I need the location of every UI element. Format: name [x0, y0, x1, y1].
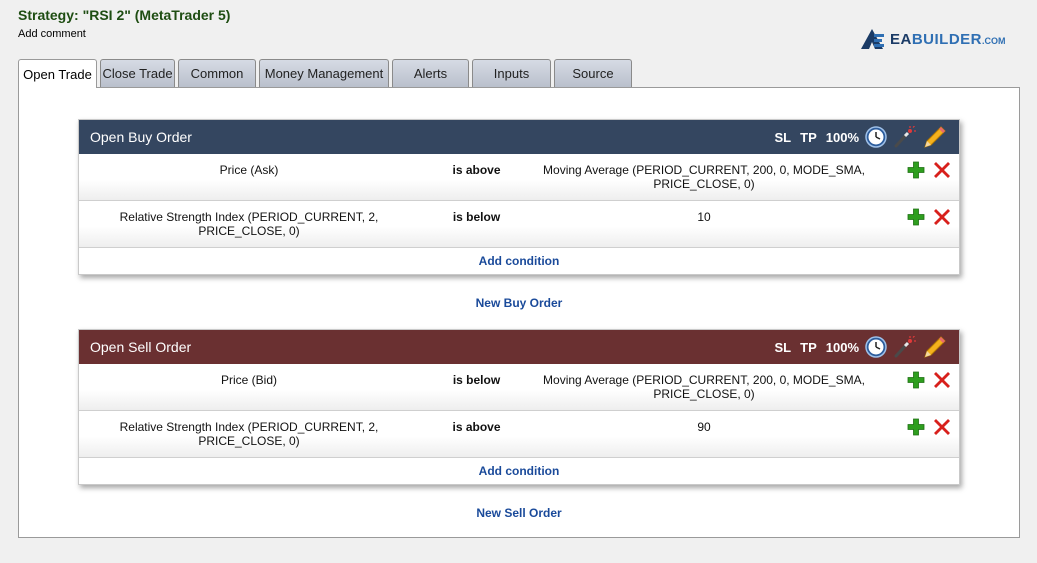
condition-actions	[907, 208, 951, 226]
plus-icon[interactable]	[907, 208, 925, 226]
condition-left-operand[interactable]: Price (Ask)	[99, 163, 399, 177]
condition-actions	[907, 418, 951, 436]
buy-sl-button[interactable]: SL	[775, 130, 792, 145]
logo-text: EABUILDER.COM	[890, 30, 1006, 48]
tab-bar: Open Trade Close Trade Common Money Mana…	[18, 59, 635, 88]
sell-condition-row: Relative Strength Index (PERIOD_CURRENT,…	[79, 411, 959, 458]
tab-money-management[interactable]: Money Management	[259, 59, 389, 87]
condition-right-operand[interactable]: Moving Average (PERIOD_CURRENT, 200, 0, …	[534, 163, 874, 191]
magic-wand-icon[interactable]	[893, 126, 917, 148]
tab-inputs[interactable]: Inputs	[472, 59, 551, 87]
close-icon[interactable]	[933, 371, 951, 389]
buy-condition-row: Relative Strength Index (PERIOD_CURRENT,…	[79, 201, 959, 248]
tab-source[interactable]: Source	[554, 59, 632, 87]
plus-icon[interactable]	[907, 161, 925, 179]
add-comment-link[interactable]: Add comment	[18, 28, 86, 40]
open-trade-panel: Open Buy Order SL TP 100% Price (Ask) is…	[18, 87, 1020, 538]
sell-sl-button[interactable]: SL	[775, 340, 792, 355]
clock-icon[interactable]	[865, 126, 887, 148]
pencil-icon[interactable]	[923, 335, 947, 359]
new-buy-order-container: New Buy Order	[19, 294, 1019, 312]
new-buy-order-link[interactable]: New Buy Order	[476, 296, 563, 310]
strategy-title: Strategy: "RSI 2" (MetaTrader 5)	[18, 7, 231, 23]
clock-icon[interactable]	[865, 336, 887, 358]
condition-operator[interactable]: is below	[439, 210, 514, 224]
new-sell-order-link[interactable]: New Sell Order	[476, 506, 561, 520]
buy-percent-button[interactable]: 100%	[826, 130, 859, 145]
open-buy-order-box: Open Buy Order SL TP 100% Price (Ask) is…	[78, 119, 960, 275]
close-icon[interactable]	[933, 161, 951, 179]
eabuilder-logo[interactable]: EABUILDER.COM	[860, 27, 1006, 51]
close-icon[interactable]	[933, 208, 951, 226]
open-buy-order-title: Open Buy Order	[90, 129, 192, 145]
plus-icon[interactable]	[907, 371, 925, 389]
condition-right-operand[interactable]: 90	[534, 420, 874, 434]
buy-order-tools: SL TP 100%	[775, 120, 948, 154]
buy-add-condition-row: Add condition	[79, 248, 959, 274]
open-sell-order-title: Open Sell Order	[90, 339, 192, 355]
sell-order-tools: SL TP 100%	[775, 330, 948, 364]
tab-common[interactable]: Common	[178, 59, 256, 87]
condition-operator[interactable]: is below	[439, 373, 514, 387]
sell-percent-button[interactable]: 100%	[826, 340, 859, 355]
sell-condition-row: Price (Bid) is below Moving Average (PER…	[79, 364, 959, 411]
condition-left-operand[interactable]: Relative Strength Index (PERIOD_CURRENT,…	[99, 210, 399, 238]
open-buy-order-header: Open Buy Order SL TP 100%	[79, 120, 959, 154]
condition-operator[interactable]: is above	[439, 420, 514, 434]
magic-wand-icon[interactable]	[893, 336, 917, 358]
sell-add-condition-link[interactable]: Add condition	[479, 464, 560, 478]
pencil-icon[interactable]	[923, 125, 947, 149]
sell-add-condition-row: Add condition	[79, 458, 959, 484]
condition-right-operand[interactable]: 10	[534, 210, 874, 224]
buy-condition-row: Price (Ask) is above Moving Average (PER…	[79, 154, 959, 201]
plus-icon[interactable]	[907, 418, 925, 436]
condition-actions	[907, 371, 951, 389]
open-sell-order-header: Open Sell Order SL TP 100%	[79, 330, 959, 364]
eabuilder-logo-mark-icon	[861, 29, 884, 49]
close-icon[interactable]	[933, 418, 951, 436]
buy-add-condition-link[interactable]: Add condition	[479, 254, 560, 268]
open-sell-order-box: Open Sell Order SL TP 100% Price (Bid) i…	[78, 329, 960, 485]
tab-open-trade[interactable]: Open Trade	[18, 59, 97, 88]
condition-operator[interactable]: is above	[439, 163, 514, 177]
condition-actions	[907, 161, 951, 179]
tab-close-trade[interactable]: Close Trade	[100, 59, 175, 87]
condition-left-operand[interactable]: Price (Bid)	[99, 373, 399, 387]
condition-left-operand[interactable]: Relative Strength Index (PERIOD_CURRENT,…	[99, 420, 399, 448]
tab-alerts[interactable]: Alerts	[392, 59, 469, 87]
buy-tp-button[interactable]: TP	[800, 130, 817, 145]
condition-right-operand[interactable]: Moving Average (PERIOD_CURRENT, 200, 0, …	[534, 373, 874, 401]
sell-tp-button[interactable]: TP	[800, 340, 817, 355]
new-sell-order-container: New Sell Order	[19, 504, 1019, 522]
